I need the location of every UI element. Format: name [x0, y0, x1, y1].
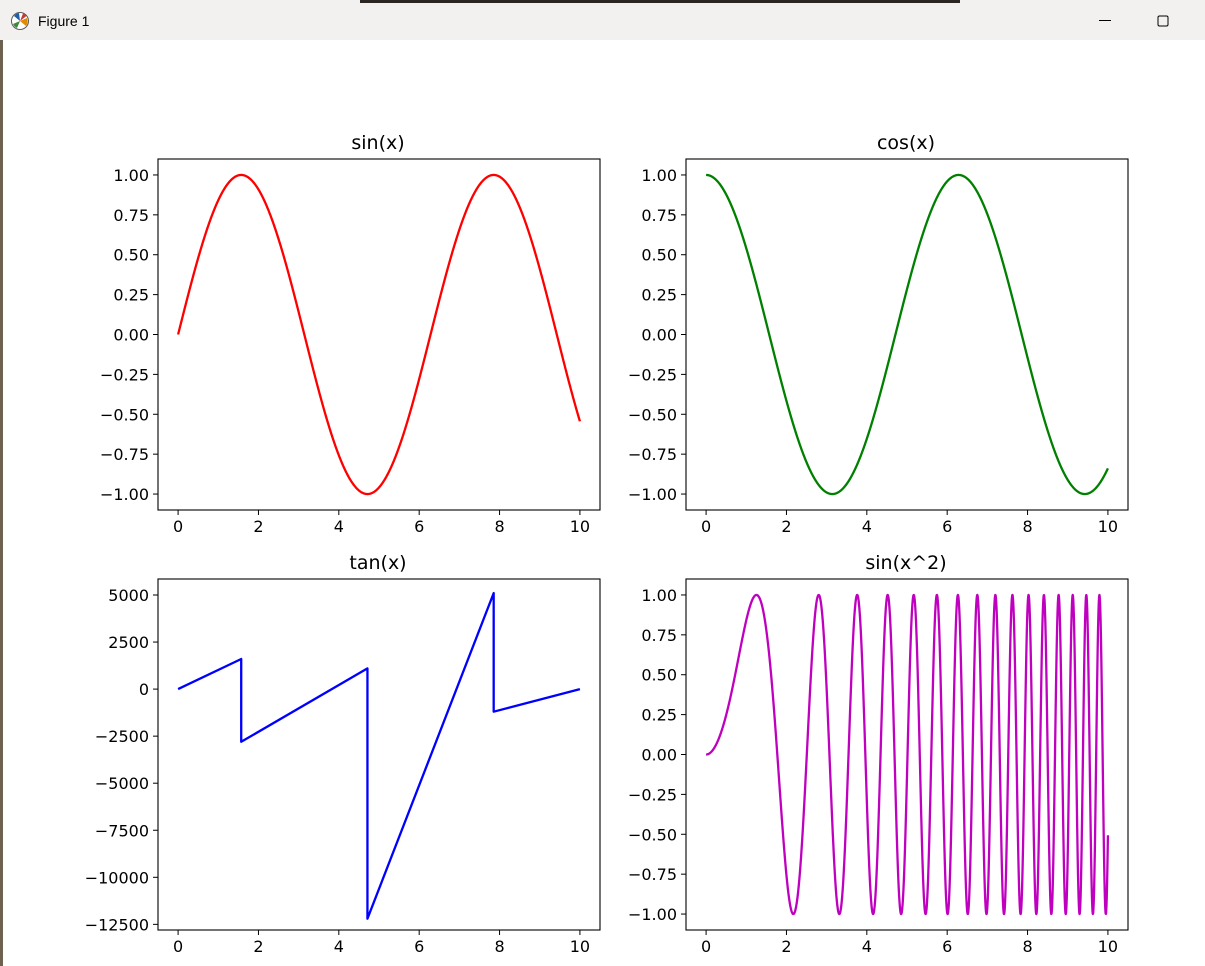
y-tick-label: 0.00 — [641, 746, 677, 765]
y-tick-label: −0.75 — [100, 445, 149, 464]
plot-title: sin(x^2) — [865, 552, 946, 574]
y-tick-label: −2500 — [95, 727, 149, 746]
x-tick-label: 10 — [1098, 517, 1118, 536]
y-tick-label: −5000 — [95, 774, 149, 793]
y-tick-label: 0.50 — [641, 666, 677, 685]
x-tick-label: 8 — [494, 517, 504, 536]
x-tick-label: 0 — [701, 937, 711, 956]
subplot-sin: sin(x) 0 2 4 6 8 10 1.00 0.75 0.50 0.25 0.00 −0.25 −… — [100, 132, 601, 536]
y-tick-label: 0.25 — [113, 286, 149, 305]
y-tick-label: −0.50 — [628, 405, 677, 424]
maximize-icon — [1157, 15, 1169, 27]
axes-frame — [685, 158, 1129, 511]
y-tick-label: 1.00 — [641, 586, 677, 605]
y-tick-label: −0.75 — [628, 445, 677, 464]
x-tick-label: 6 — [942, 937, 952, 956]
x-tick-label: 6 — [414, 937, 424, 956]
series-line — [176, 173, 582, 496]
y-tick-label: 0.00 — [641, 326, 677, 345]
x-tick-label: 4 — [862, 517, 872, 536]
y-tick-label: −0.75 — [628, 865, 677, 884]
x-tick-label: 4 — [334, 937, 344, 956]
x-tick-label: 0 — [701, 517, 711, 536]
y-tick-label: −1.00 — [100, 485, 149, 504]
desktop-background-strip — [360, 0, 960, 3]
y-tick-label: −1.00 — [628, 905, 677, 924]
minimize-icon — [1099, 20, 1111, 21]
figure-canvas[interactable]: sin(x) 0 2 4 6 8 10 1.00 0.75 0.50 0.25 0.00 −0.25 −… — [3, 40, 1205, 966]
y-tick-label: 5000 — [108, 586, 149, 605]
y-tick-label: 0 — [139, 680, 149, 699]
y-tick-label: 1.00 — [113, 166, 149, 185]
x-tick-label: 6 — [414, 517, 424, 536]
x-tick-label: 2 — [253, 517, 263, 536]
y-tick-label: 0.00 — [113, 326, 149, 345]
axes-frame — [157, 158, 601, 511]
y-tick-label: −12500 — [85, 915, 149, 934]
y-tick-label: −0.50 — [100, 405, 149, 424]
series-line — [705, 173, 1109, 496]
y-tick-label: −7500 — [95, 821, 149, 840]
x-tick-label: 4 — [862, 937, 872, 956]
y-tick-label: 0.25 — [641, 286, 677, 305]
figure-window: Figure 1 sin(x) 0 2 4 6 8 10 1.00 0.75 0.50 0.25 0… — [0, 0, 1205, 966]
title-bar[interactable]: Figure 1 — [0, 0, 1205, 40]
figure-svg: sin(x) 0 2 4 6 8 10 1.00 0.75 0.50 0.25 0.00 −0.25 −… — [85, 132, 1129, 956]
x-tick-label: 8 — [1022, 937, 1032, 956]
x-tick-label: 4 — [334, 517, 344, 536]
axes-frame — [157, 578, 601, 931]
subplot-cos: cos(x) 0 2 4 6 8 10 1.00 0.75 0.50 0.25 0.00 −0.25 −… — [628, 132, 1129, 536]
matplotlib-icon — [10, 11, 30, 31]
window-title: Figure 1 — [38, 13, 90, 29]
y-tick-label: 0.75 — [641, 626, 677, 645]
y-tick-label: −0.25 — [628, 785, 677, 804]
subplot-tan: tan(x) 0 2 4 6 8 10 5000 2500 0 −2500 −5000 −7500 −1… — [85, 552, 601, 956]
x-tick-label: 6 — [942, 517, 952, 536]
plot-title: sin(x) — [351, 132, 404, 154]
y-tick-label: −0.50 — [628, 825, 677, 844]
x-tick-label: 2 — [253, 937, 263, 956]
y-tick-label: 0.50 — [641, 246, 677, 265]
y-tick-label: 0.50 — [113, 246, 149, 265]
maximize-button[interactable] — [1146, 8, 1180, 34]
plot-title: tan(x) — [349, 552, 406, 574]
y-tick-label: −10000 — [85, 868, 149, 887]
y-tick-label: 0.75 — [641, 206, 677, 225]
x-tick-label: 2 — [781, 517, 791, 536]
y-tick-label: 2500 — [108, 633, 149, 652]
subplot-sin-x-squared: sin(x^2) 0 2 4 6 8 10 1.00 0.75 0.50 0.25 0.00 −0.2… — [628, 552, 1129, 956]
x-tick-label: 8 — [494, 937, 504, 956]
x-tick-label: 0 — [173, 517, 183, 536]
series-line — [705, 593, 1110, 916]
x-tick-label: 0 — [173, 937, 183, 956]
y-tick-label: 1.00 — [641, 166, 677, 185]
x-tick-label: 10 — [1098, 937, 1118, 956]
y-tick-label: −1.00 — [628, 485, 677, 504]
y-tick-label: −0.25 — [100, 365, 149, 384]
x-tick-label: 10 — [570, 517, 590, 536]
y-tick-label: 0.25 — [641, 706, 677, 725]
x-tick-label: 10 — [570, 937, 590, 956]
series-line — [177, 591, 581, 920]
x-tick-label: 2 — [781, 937, 791, 956]
plot-title: cos(x) — [877, 132, 935, 154]
y-tick-label: −0.25 — [628, 365, 677, 384]
y-tick-label: 0.75 — [113, 206, 149, 225]
x-tick-label: 8 — [1022, 517, 1032, 536]
minimize-button[interactable] — [1088, 8, 1122, 34]
